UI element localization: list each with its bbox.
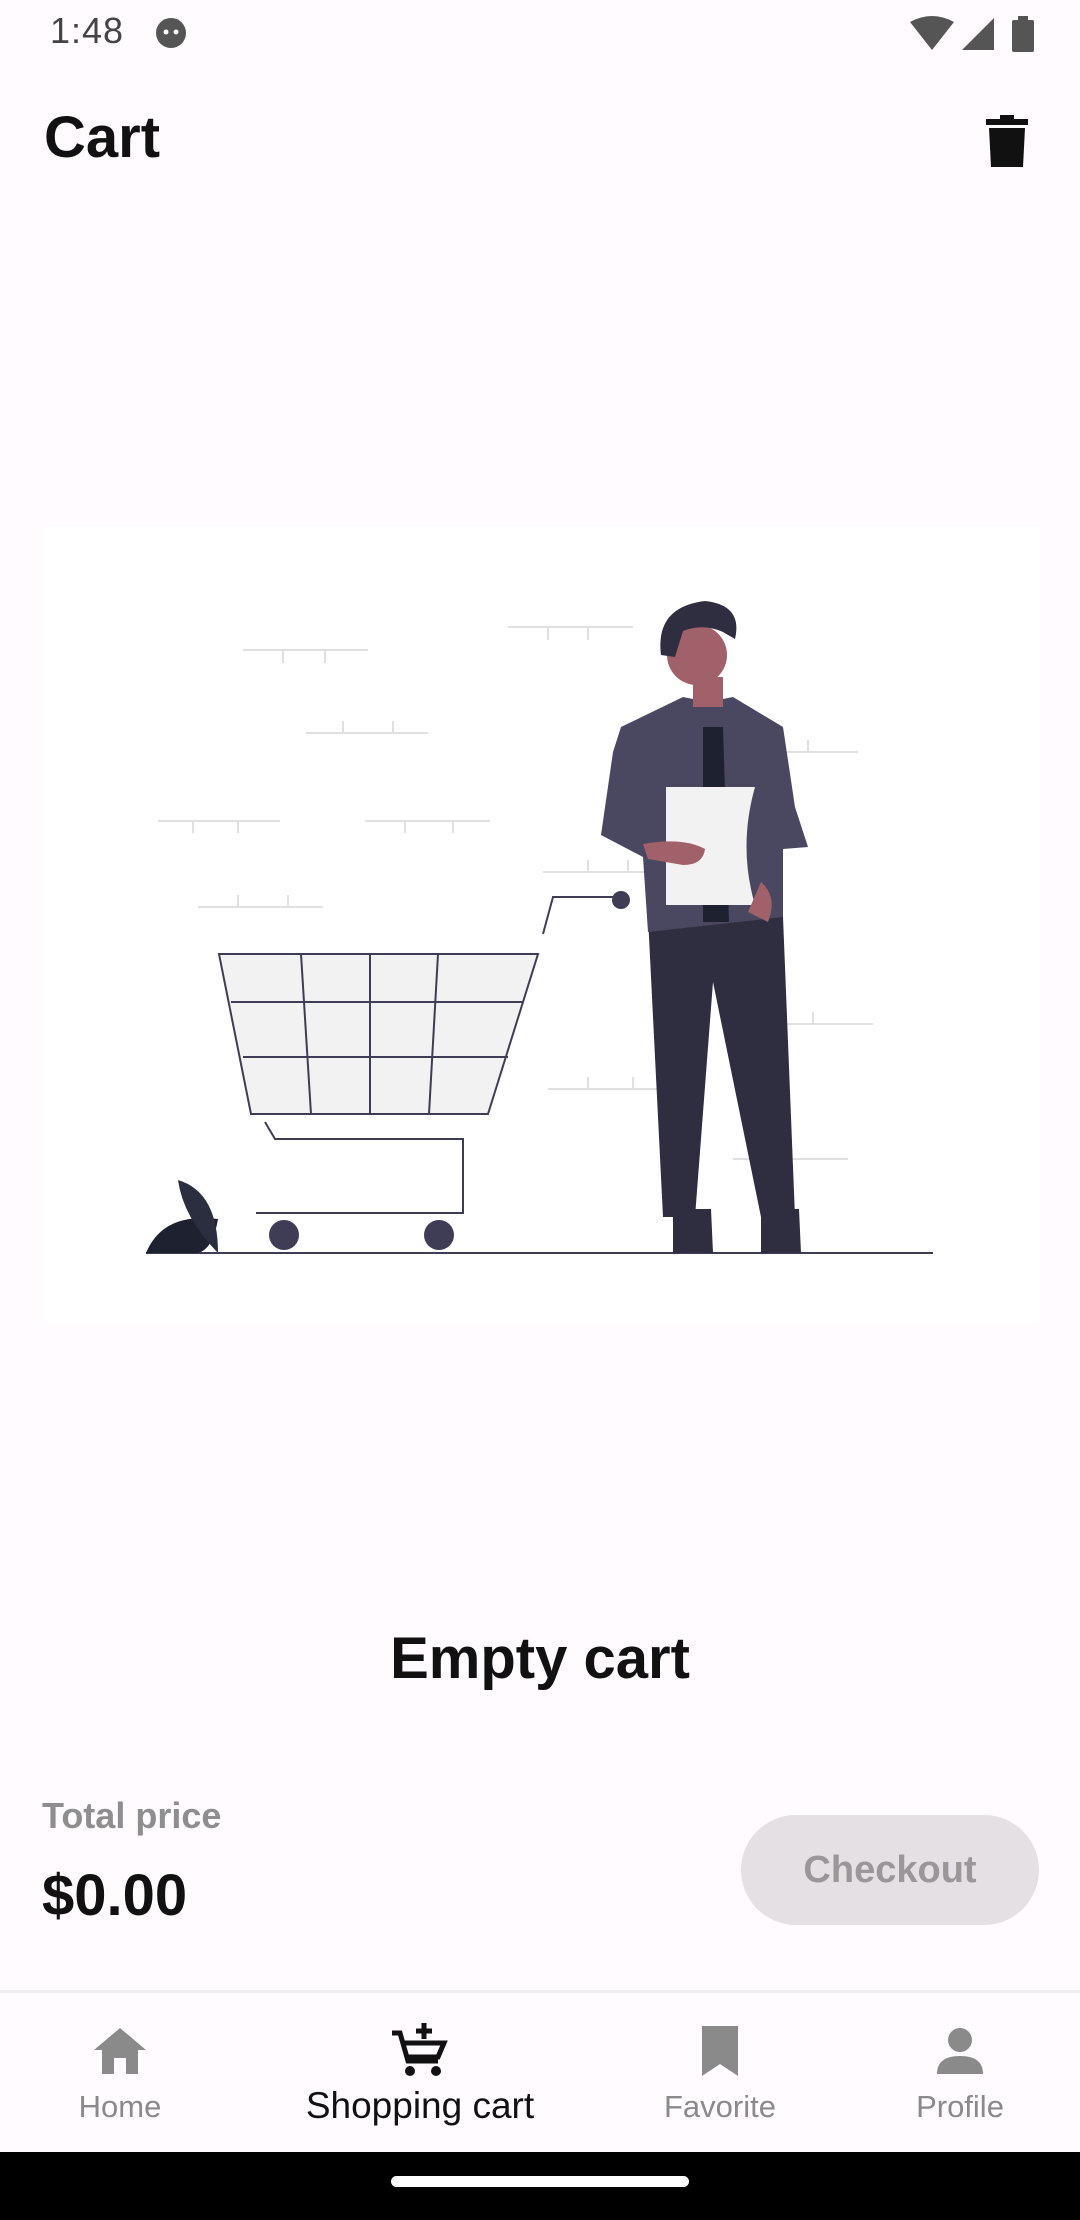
clear-cart-button[interactable] [974,108,1040,174]
empty-cart-illustration [43,527,1039,1324]
nav-item-shopping-cart[interactable]: Shopping cart [290,1993,550,2155]
nav-label-profile: Profile [916,2089,1004,2124]
home-gesture-handle[interactable] [391,2176,689,2187]
nav-label-shopping-cart: Shopping cart [305,2085,535,2126]
nav-label-favorite: Favorite [664,2089,776,2124]
status-bar: 1:48 [0,0,1080,66]
total-price-label: Total price [42,1795,222,1836]
app-bar: Cart [0,80,1080,200]
person-icon [930,2021,990,2081]
empty-cart-svg [146,601,933,1254]
total-price-value: $0.00 [42,1863,188,1928]
battery-icon [1012,20,1034,52]
nav-item-home[interactable]: Home [60,1993,180,2155]
checkout-button[interactable]: Checkout [741,1815,1039,1925]
trash-icon [986,115,1028,167]
face-icon [156,18,186,48]
home-icon [90,2021,150,2081]
signal-icon [962,18,994,50]
nav-label-home: Home [78,2089,162,2124]
status-time: 1:48 [50,10,125,51]
page-title: Cart [44,105,161,170]
nav-item-profile[interactable]: Profile [895,1993,1025,2155]
cart-add-icon [390,2021,450,2081]
empty-state-title: Empty cart [390,1626,690,1691]
nav-item-favorite[interactable]: Favorite [650,1993,790,2155]
wifi-icon [910,16,954,50]
system-navigation-bar [0,2152,1080,2220]
status-icons [910,16,1034,52]
bookmark-icon [690,2021,750,2081]
bottom-navigation: Home Shopping cart Favorite Profile [0,1990,1080,2155]
